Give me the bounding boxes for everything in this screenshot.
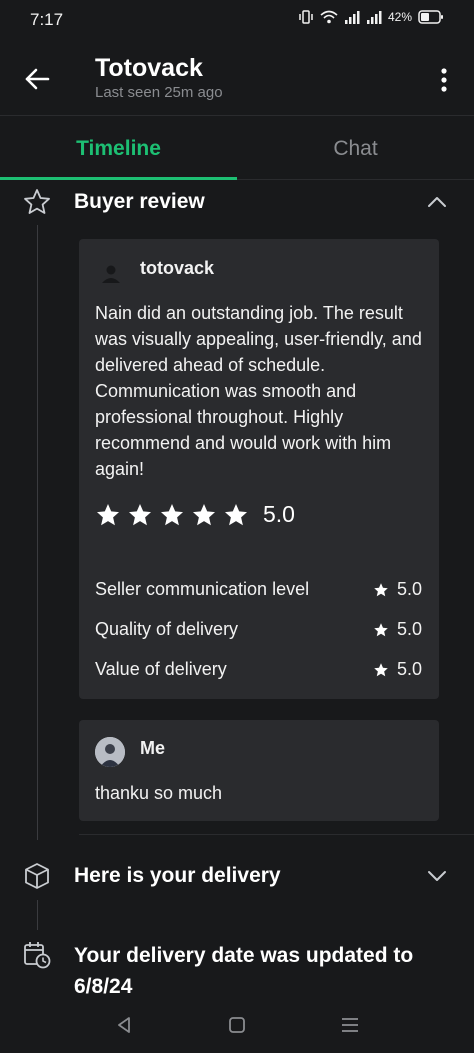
overall-rating-value: 5.0 [263, 501, 295, 527]
timeline-connector-2 [37, 900, 38, 930]
rating-label: Value of delivery [95, 659, 227, 679]
chevron-up-icon[interactable] [426, 191, 448, 213]
rating-row: Seller communication level 5.0 [95, 579, 422, 600]
rating-value-group: 5.0 [373, 579, 422, 600]
status-icons: 42% [298, 10, 444, 24]
rating-value: 5.0 [396, 579, 422, 599]
rating-label: Seller communication level [95, 579, 310, 599]
star-filled-icon [374, 662, 388, 676]
rating-row: Quality of delivery 5.0 [95, 619, 422, 640]
battery-percent: 42% [387, 10, 412, 24]
rating-value: 5.0 [396, 659, 422, 679]
divider [79, 834, 474, 835]
profile-photo-icon [95, 737, 125, 767]
package-icon [25, 863, 49, 889]
nav-back-icon[interactable] [110, 1011, 138, 1039]
star-filled-icon [374, 582, 388, 596]
rating-row: Value of delivery 5.0 [95, 659, 422, 680]
rating-label: Quality of delivery [95, 619, 239, 639]
arrow-left-icon[interactable] [22, 64, 52, 94]
user-avatar-icon [102, 265, 120, 283]
tab-chat[interactable]: Chat [237, 117, 474, 180]
star-outline-icon [24, 189, 50, 214]
rating-value-group: 5.0 [373, 619, 422, 640]
tab-timeline[interactable]: Timeline [0, 117, 237, 180]
tab-bar: Timeline Chat [0, 117, 474, 180]
wifi-icon [320, 10, 338, 24]
reviewer-name: totovack [140, 258, 215, 278]
overall-rating-stars: 5.0 [95, 501, 295, 528]
nav-home-icon[interactable] [223, 1011, 251, 1039]
rating-value-group: 5.0 [373, 659, 422, 680]
contact-name: Totovack [95, 54, 203, 82]
star-filled-icon [161, 503, 183, 525]
reply-author: Me [140, 738, 166, 758]
screen: 7:17 42% Totovack Last seen 25m ago Time… [0, 0, 474, 1053]
star-filled-icon [97, 503, 119, 525]
review-text: Nain did an outstanding job. The result … [95, 303, 422, 479]
star-filled-icon [225, 503, 247, 525]
delivery-title[interactable]: Here is your delivery [74, 864, 281, 888]
signal-icon [344, 11, 360, 24]
active-tab-indicator [0, 177, 237, 180]
status-time: 7:17 [30, 10, 64, 29]
battery-icon [418, 10, 443, 24]
status-bar: 7:17 42% [0, 0, 474, 40]
review-card: totovack Nain did an outstanding job. Th… [79, 239, 439, 699]
star-filled-icon [193, 503, 215, 525]
chevron-down-icon[interactable] [426, 865, 448, 887]
avatar [95, 737, 125, 767]
more-vertical-icon[interactable] [434, 66, 454, 94]
last-seen-status: Last seen 25m ago [95, 84, 223, 101]
vibrate-icon [299, 10, 313, 24]
chat-header: Totovack Last seen 25m ago [0, 40, 474, 116]
rating-value: 5.0 [396, 619, 422, 639]
reply-text: thanku so much [95, 783, 223, 803]
nav-recents-icon[interactable] [336, 1011, 364, 1039]
buyer-review-title[interactable]: Buyer review [74, 190, 205, 214]
delivery-date-updated: Your delivery date was updated to 6/8/24 [74, 944, 414, 998]
star-filled-icon [374, 622, 388, 636]
signal-icon-2 [366, 11, 382, 24]
reply-card: Me thanku so much [79, 720, 439, 821]
star-filled-icon [129, 503, 151, 525]
timeline-connector [37, 225, 38, 840]
calendar-clock-icon [24, 942, 51, 969]
system-nav-bar [0, 997, 474, 1053]
